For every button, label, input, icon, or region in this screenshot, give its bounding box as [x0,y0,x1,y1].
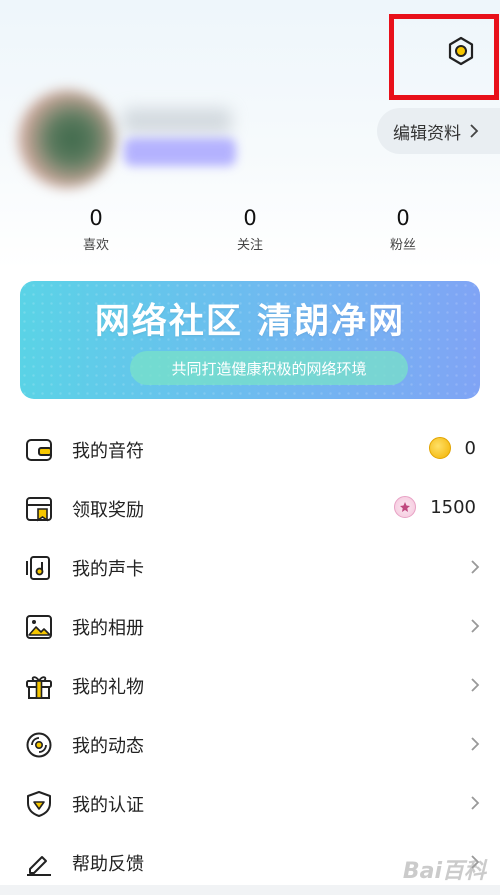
menu-item-label: 我的认证 [72,795,144,816]
gift-icon [26,676,52,699]
music-card-icon [26,556,50,580]
menu-item-label: 我的动态 [72,736,144,757]
wallet-icon [26,439,52,461]
gem-icon [394,496,417,518]
menu-item-value: 0 [464,437,476,459]
stats-row: 0 喜欢 0 关注 0 粉丝 [0,204,500,264]
photo-icon [26,615,52,639]
chevron-right-icon [470,124,479,138]
watermark: Bai百科 [402,859,486,884]
edit-profile-button[interactable]: 编辑资料 [377,108,500,154]
stat-value: 0 [243,206,257,230]
edit-profile-label: 编辑资料 [393,123,461,144]
stat-value: 0 [89,206,103,230]
user-id-blurred [124,138,236,166]
stat-likes[interactable]: 0 喜欢 [36,204,156,253]
menu-item-verification[interactable]: 我的认证 [0,774,500,833]
menu-item-label: 我的声卡 [72,559,144,580]
stat-following[interactable]: 0 关注 [190,204,310,253]
menu-item-label: 领取奖励 [72,500,144,521]
avatar[interactable] [18,90,116,188]
chevron-right-icon [471,560,480,574]
menu-item-album[interactable]: 我的相册 [0,597,500,656]
menu-item-label: 帮助反馈 [72,854,144,875]
stat-label: 粉丝 [389,238,416,253]
settings-button[interactable] [446,35,476,67]
banner-subtitle: 共同打造健康积极的网络环境 [130,351,408,385]
community-banner[interactable]: 网络社区 清朗净网 共同打造健康积极的网络环境 [20,281,480,399]
menu-item-label: 我的音符 [72,441,144,462]
menu-item-sound-card[interactable]: 我的声卡 [0,538,500,597]
vinyl-icon [26,732,52,758]
menu-item-notes[interactable]: 我的音符 0 [0,420,500,479]
settings-highlight-box [389,14,499,100]
menu-list: 我的音符 0 领取奖励 1500 我的声卡 我的相册 我的礼物 我的动态 我的认… [0,420,500,892]
chevron-right-icon [471,796,480,810]
reward-card-icon [26,497,52,522]
stat-value: 0 [396,206,410,230]
bottom-divider [0,885,500,895]
username-blurred [122,108,232,134]
coin-icon [428,437,451,459]
chevron-right-icon [471,619,480,633]
settings-hexagon-icon [448,36,474,66]
menu-item-moments[interactable]: 我的动态 [0,715,500,774]
menu-item-label: 我的相册 [72,618,144,639]
stat-followers[interactable]: 0 粉丝 [343,204,463,253]
shield-icon [27,791,51,817]
pencil-icon [27,856,51,876]
chevron-right-icon [471,737,480,751]
menu-item-rewards[interactable]: 领取奖励 1500 [0,479,500,538]
chevron-right-icon [471,678,480,692]
banner-title: 网络社区 清朗净网 [94,301,406,342]
menu-item-value: 1500 [430,496,476,518]
stat-label: 喜欢 [82,238,109,253]
menu-item-gifts[interactable]: 我的礼物 [0,656,500,715]
stat-label: 关注 [236,238,263,253]
menu-item-label: 我的礼物 [72,677,144,698]
